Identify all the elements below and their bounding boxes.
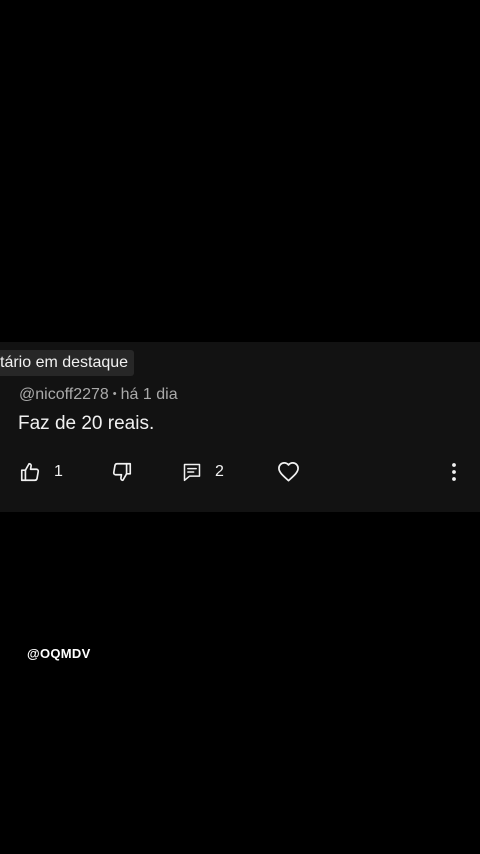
thumbs-up-icon bbox=[19, 461, 41, 483]
meta-separator: • bbox=[112, 388, 117, 400]
more-vertical-icon bbox=[451, 462, 457, 482]
reply-count: 2 bbox=[215, 463, 224, 480]
featured-comment-card: tário em destaque @nicoff2278 • há 1 dia F… bbox=[0, 342, 480, 512]
watermark: @OQMDV bbox=[27, 646, 91, 661]
like-count: 1 bbox=[54, 463, 63, 480]
more-options-button[interactable] bbox=[444, 458, 464, 486]
comment-text: Faz de 20 reais. bbox=[18, 413, 155, 434]
comment-meta: @nicoff2278 • há 1 dia bbox=[19, 386, 178, 404]
heart-button[interactable] bbox=[277, 458, 300, 486]
featured-comment-label: tário em destaque bbox=[0, 350, 135, 376]
dislike-button[interactable] bbox=[111, 458, 133, 486]
comment-icon bbox=[182, 462, 202, 482]
comment-author[interactable]: @nicoff2278 bbox=[19, 386, 109, 403]
heart-icon bbox=[277, 461, 300, 484]
like-button[interactable]: 1 bbox=[19, 458, 63, 486]
replies-button[interactable]: 2 bbox=[182, 458, 224, 486]
comment-time: há 1 dia bbox=[120, 386, 178, 403]
thumbs-down-icon bbox=[111, 461, 133, 483]
